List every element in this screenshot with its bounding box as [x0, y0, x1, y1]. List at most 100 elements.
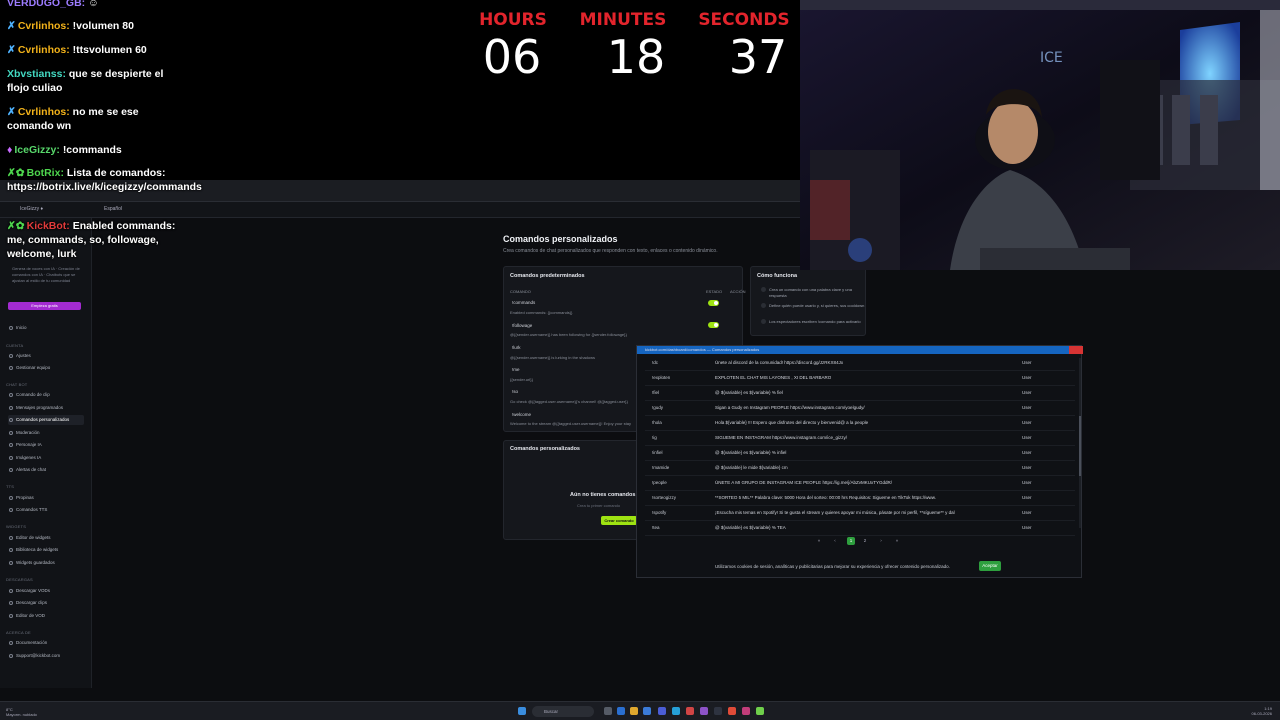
predefined-command-text: {{sender.url}}	[510, 377, 533, 382]
sidebar-item-comandos[interactable]: Comandos personalizados	[8, 415, 84, 425]
sidebar-item-clips[interactable]: Descargar clips	[8, 598, 84, 608]
table-row[interactable]: !gudy Sigan a Gudy en Instagram PEOPLE ht…	[645, 401, 1075, 416]
mod-badge-icon: ✗	[7, 44, 16, 56]
page-2-button[interactable]: 2	[861, 537, 869, 545]
command-name: !gudy	[652, 405, 664, 410]
accept-cookies-button[interactable]: Aceptar	[979, 561, 1001, 571]
chat-message: Xbvstianss: que se despierte el flojo cu…	[7, 67, 187, 95]
sidebar-item-alertas[interactable]: Alertas de chat	[8, 465, 84, 475]
command-name: !sorteogizzy	[652, 495, 677, 500]
command-name: !infiel	[652, 450, 663, 455]
app-icon[interactable]	[714, 707, 722, 715]
table-row[interactable]: !dc Únete al discord de la comunidad! htt…	[645, 356, 1075, 371]
sidebar-item-propinas[interactable]: Propinas	[8, 493, 84, 503]
page-prev-button[interactable]: ‹	[831, 537, 839, 545]
sidebar-item-support[interactable]: Support@kickbot.com	[8, 651, 84, 661]
chat-username: VERDUGO_GB:	[7, 0, 86, 9]
commands-popup-window: kickbot.com/dashboard/comandos — Comando…	[636, 345, 1083, 578]
predefined-toggle[interactable]	[708, 300, 719, 306]
promo-button[interactable]: Empieza gratis	[8, 302, 81, 310]
step-number-icon	[761, 287, 766, 292]
edit-icon	[9, 536, 13, 540]
sidebar-item-label: Editor de widgets	[16, 535, 51, 540]
task-view-icon[interactable]	[604, 707, 612, 715]
sidebar-item-moderacion[interactable]: Moderación	[8, 428, 84, 438]
sidebar-item-editor-widgets[interactable]: Editor de widgets	[8, 533, 84, 543]
close-icon[interactable]	[1069, 346, 1083, 354]
hours-label: HOURS	[479, 10, 547, 30]
page-next-button[interactable]: ›	[877, 537, 885, 545]
sidebar-item-guardados[interactable]: Widgets guardados	[8, 558, 84, 568]
scrollbar-thumb[interactable]	[1079, 416, 1081, 476]
page-last-button[interactable]: »	[893, 537, 901, 545]
search-input[interactable]: Buscar	[532, 706, 594, 717]
sidebar-item-editor-vod[interactable]: Editor de VOD	[8, 611, 84, 621]
sidebar-item-clip[interactable]: Comando de clip	[8, 390, 84, 400]
command-response: Únete al discord de la comunidad! https:…	[715, 360, 844, 365]
kick-icon[interactable]	[756, 707, 764, 715]
col-action: ACCIÓN	[730, 289, 746, 294]
table-row[interactable]: !tea @ ${variable} es ${variable} % TEA Us…	[645, 521, 1075, 536]
settings-icon	[9, 354, 13, 358]
col-state: ESTADO	[706, 289, 723, 294]
page-first-button[interactable]: «	[815, 537, 823, 545]
table-row[interactable]: !ig SIGUEME EN INSTAGRAM https://www.inst…	[645, 431, 1075, 446]
sidebar-item-ajustes[interactable]: Ajustes	[8, 351, 84, 361]
sidebar-item-vods[interactable]: Descargar VODs	[8, 586, 84, 596]
seconds-value: 37	[728, 30, 788, 84]
step-number-icon	[761, 319, 766, 324]
sidebar-item-label: Comandos TTS	[16, 507, 48, 512]
start-icon[interactable]	[518, 707, 526, 715]
popup-titlebar[interactable]: kickbot.com/dashboard/comandos — Comando…	[637, 346, 1083, 354]
app-icon[interactable]	[672, 707, 680, 715]
video-icon	[9, 614, 13, 618]
command-name: !spotify	[652, 510, 667, 515]
chat-message: ♦ IceGizzy: !commands	[7, 143, 187, 157]
table-row[interactable]: !mamide @ ${variable} le mide ${variable}…	[645, 461, 1075, 476]
sidebar-item-imagenes[interactable]: Imágenes IA	[8, 453, 84, 463]
table-row[interactable]: !sorteogizzy **SORTEO 5 MIL** Palabra cla…	[645, 491, 1075, 506]
table-row[interactable]: !hola Hola ${variable} !!! Espero que dis…	[645, 416, 1075, 431]
sidebar-item-comandos-tts[interactable]: Comandos TTS	[8, 505, 84, 515]
sidebar-item-docs[interactable]: Documentación	[8, 638, 84, 648]
how-title: Cómo funciona	[757, 273, 798, 279]
table-row[interactable]: !exploten EXPLOTEN EL CHAT MIS LAYONES , …	[645, 371, 1075, 386]
bot-badge-icon: ✗✿	[7, 220, 25, 232]
store-icon[interactable]	[643, 707, 651, 715]
sidebar-item-personaje[interactable]: Personaje IA	[8, 440, 84, 450]
sidebar-item-label: Propinas	[16, 495, 34, 500]
command-response: @ ${variable} le mide ${variable} cm	[715, 465, 788, 470]
create-command-button[interactable]: Crear comando	[601, 516, 637, 525]
app-icon[interactable]	[742, 707, 750, 715]
folder-icon[interactable]	[630, 707, 638, 715]
command-name: !hola	[652, 420, 662, 425]
sidebar-item-label: Biblioteca de widgets	[16, 547, 59, 552]
sidebar-item-inicio[interactable]: Inicio	[8, 323, 84, 333]
sidebar: Genera de voces con IA · Creación de com…	[0, 218, 92, 688]
predefined-command-text: @{{sender.username}} has been following …	[510, 332, 627, 337]
system-clock[interactable]: 1:19 06-03-2026	[1252, 706, 1272, 716]
command-role: User	[1022, 450, 1032, 455]
sidebar-section-acerca: Acerca de	[6, 630, 31, 635]
chrome-icon[interactable]	[686, 707, 694, 715]
predefined-toggle[interactable]	[708, 322, 719, 328]
how-step: Crea un comando con una palabra clave y …	[761, 287, 865, 299]
table-row[interactable]: !spotify ¡Escucha mis temas en Spotify! S…	[645, 506, 1075, 521]
obs-icon[interactable]	[700, 707, 708, 715]
edge-icon[interactable]	[617, 707, 625, 715]
chat-message: ✗✿ BotRix: Lista de comandos: https://bot…	[7, 166, 202, 194]
table-row[interactable]: !people ÚNETE A MI GRUPO DE INSTAGRAM ICE…	[645, 476, 1075, 491]
page-1-button[interactable]: 1	[847, 537, 855, 545]
sidebar-item-equipo[interactable]: Gestionar equipo	[8, 363, 84, 373]
discord-icon[interactable]	[658, 707, 666, 715]
table-row[interactable]: !fiel @ ${variable} es ${variable} % fiel…	[645, 386, 1075, 401]
predefined-command-text: @{{sender.username}} is lurking in the s…	[510, 355, 596, 360]
sidebar-item-biblioteca[interactable]: Biblioteca de widgets	[8, 545, 84, 555]
chrome-icon[interactable]	[728, 707, 736, 715]
emote-icon: ☺	[88, 0, 99, 9]
sidebar-item-label: Moderación	[16, 430, 40, 435]
table-row[interactable]: !infiel @ ${variable} es ${variable} % in…	[645, 446, 1075, 461]
command-role: User	[1022, 495, 1032, 500]
sidebar-item-mensajes[interactable]: Mensajes programados	[8, 403, 84, 413]
weather-widget[interactable]: 8°C Mayorm. nublado	[6, 707, 37, 717]
